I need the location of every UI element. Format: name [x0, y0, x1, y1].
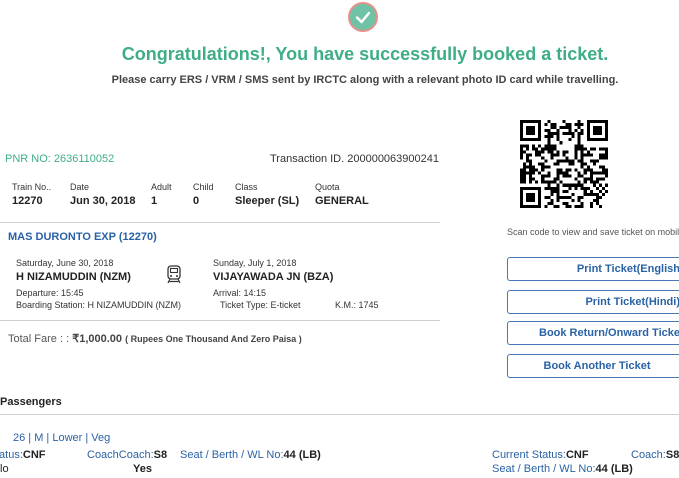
- current-seat-label: Seat / Berth / WL No:: [492, 463, 596, 475]
- current-status: Current Status:CNF: [492, 449, 589, 461]
- from-station: H NIZAMUDDIN (NZM): [16, 271, 131, 283]
- current-seat-berth: Seat / Berth / WL No:44 (LB): [492, 463, 633, 475]
- distance-km: K.M.: 1745: [335, 300, 379, 310]
- success-headline: Congratulations!, You have successfully …: [121, 44, 609, 64]
- pnr-number: PNR NO: 2636110052: [5, 153, 115, 165]
- current-coach: Coach:S8: [631, 449, 679, 461]
- current-status-value: CNF: [565, 449, 589, 461]
- quota-value: GENERAL: [315, 195, 369, 207]
- current-coach-value: S8: [665, 449, 679, 461]
- arrival-time: Arrival: 14:15: [213, 288, 267, 298]
- train-name: MAS DURONTO EXP (12270): [8, 231, 157, 243]
- train-no-label: Train No..: [12, 182, 52, 192]
- divider: [0, 222, 440, 223]
- divider: [0, 414, 679, 415]
- travel-note: Please carry ERS / VRM / SMS sent by IRC…: [111, 74, 619, 86]
- quota-label: Quota: [315, 182, 340, 192]
- coach-label: CoachCoach:: [87, 449, 154, 461]
- passenger-detail-link[interactable]: 26 | M | Lower | Veg: [13, 432, 110, 444]
- status-label: tatus:: [0, 449, 23, 461]
- status-value: CNF: [22, 449, 46, 461]
- adult-label: Adult: [151, 182, 172, 192]
- book-another-ticket-button[interactable]: Book Another Ticket: [507, 354, 679, 378]
- to-station: VIJAYAWADA JN (BZA): [213, 271, 334, 283]
- train-icon: [166, 265, 182, 290]
- departure-date: Saturday, June 30, 2018: [16, 258, 114, 268]
- row2-left-text: lo: [0, 463, 9, 475]
- train-no-value: 12270: [12, 195, 43, 207]
- date-value: Jun 30, 2018: [70, 195, 136, 207]
- date-label: Date: [70, 182, 90, 192]
- class-value: Sleeper (SL): [235, 195, 300, 207]
- divider: [0, 320, 440, 321]
- adult-value: 1: [151, 195, 158, 207]
- qr-code: [520, 120, 608, 208]
- fare-label: Total Fare : :: [8, 333, 70, 345]
- seat-berth: Seat / Berth / WL No:44 (LB): [180, 449, 321, 461]
- current-status-label: Current Status:: [492, 449, 566, 461]
- child-value: 0: [193, 195, 200, 207]
- passengers-heading: Passengers: [0, 396, 62, 408]
- coach: CoachCoach:S8: [87, 449, 167, 461]
- check-circle-icon: [348, 2, 378, 32]
- transaction-id: Transaction ID. 200000063900241: [270, 153, 439, 165]
- ticket-type: Ticket Type: E-ticket: [220, 300, 301, 310]
- coach-value: S8: [153, 449, 168, 461]
- boarding-station: Boarding Station: H NIZAMUDDIN (NZM): [16, 300, 182, 310]
- scan-note: Scan code to view and save ticket on mob…: [507, 227, 679, 237]
- fare-amount: ₹1,000.00: [72, 333, 123, 345]
- fare-in-words: ( Rupees One Thousand And Zero Paisa ): [125, 334, 302, 344]
- arrival-date: Sunday, July 1, 2018: [213, 258, 297, 268]
- current-coach-label: Coach:: [631, 449, 666, 461]
- print-ticket-hindi-button[interactable]: Print Ticket(Hindi): [507, 290, 679, 314]
- child-label: Child: [193, 182, 214, 192]
- class-label: Class: [235, 182, 258, 192]
- total-fare: Total Fare : : ₹1,000.00 ( Rupees One Th…: [8, 332, 302, 345]
- row2-yes: Yes: [133, 463, 152, 475]
- departure-time: Departure: 15:45: [16, 288, 84, 298]
- seat-value: 44 (LB): [283, 449, 321, 461]
- current-seat-value: 44 (LB): [595, 463, 633, 475]
- booking-status: tatus:CNF: [0, 449, 46, 461]
- book-return-ticket-button[interactable]: Book Return/Onward Ticke: [507, 321, 679, 345]
- seat-label: Seat / Berth / WL No:: [180, 449, 284, 461]
- print-ticket-english-button[interactable]: Print Ticket(English: [507, 257, 679, 281]
